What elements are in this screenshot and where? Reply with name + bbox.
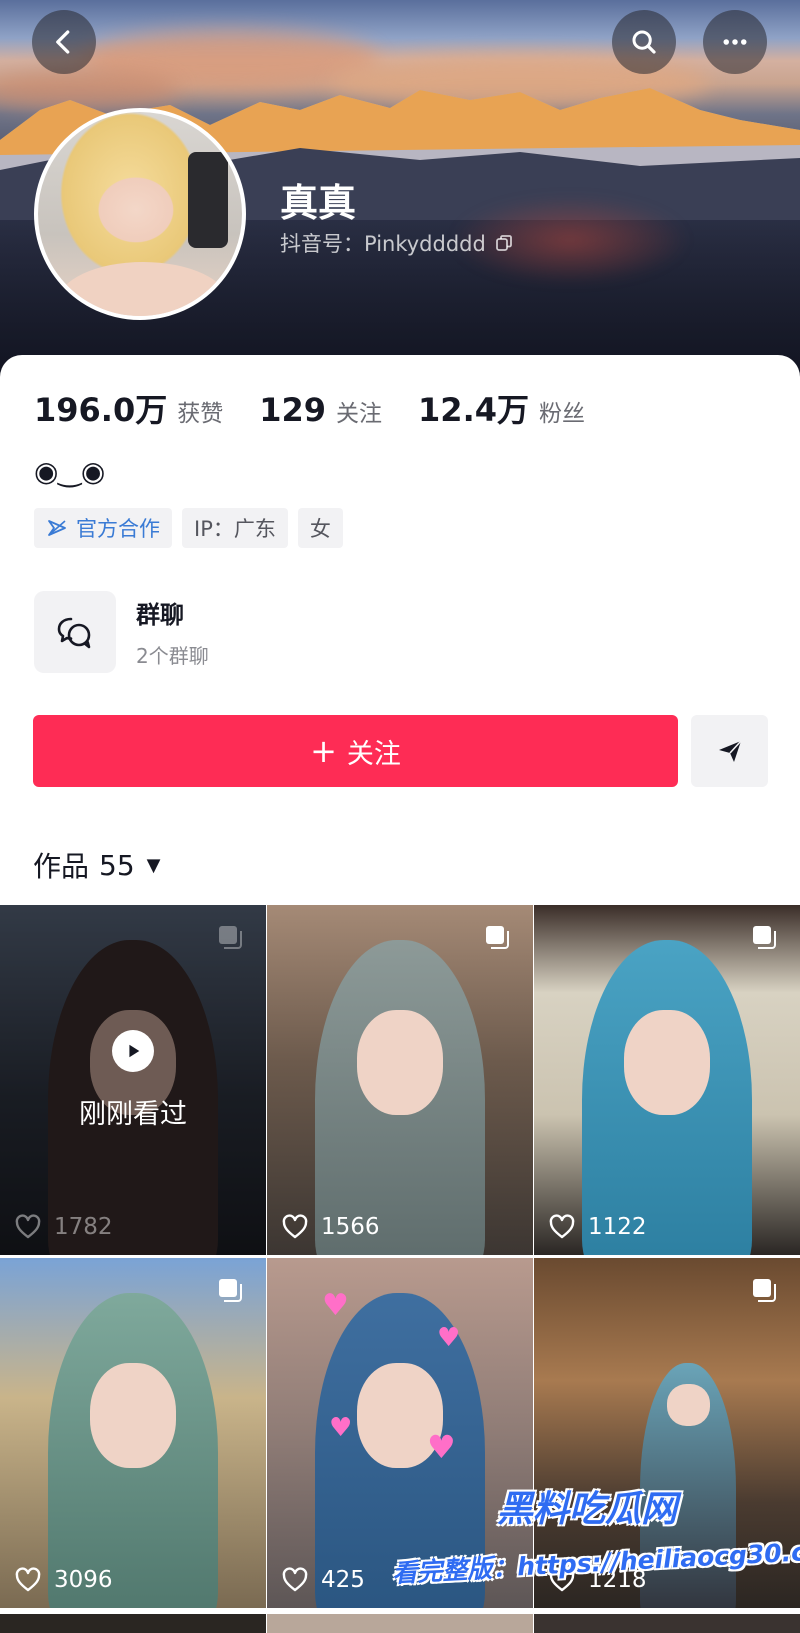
watermark-url: 看完整版：https://heiliaocg30.com (391, 1535, 800, 1588)
avatar[interactable] (34, 108, 246, 320)
group-chat-title: 群聊 (136, 601, 184, 629)
heart-icon (15, 1214, 41, 1239)
stat-label: 获赞 (177, 401, 224, 427)
tag-official-partner[interactable]: 官方合作 (34, 508, 172, 548)
group-chat-entry[interactable]: 群聊 2个群聊 (34, 591, 209, 673)
watermark-title: 黑料吃瓜网 (497, 1489, 678, 1530)
video-tile[interactable]: 1122 (534, 905, 800, 1255)
multi-image-icon (753, 926, 776, 949)
watermark-overlay: 黑料吃瓜网 看完整版：https://heiliaocg30.com (392, 1480, 800, 1625)
tag-gender: 女 (297, 508, 343, 548)
heart-icon (549, 1214, 575, 1239)
multi-image-icon (219, 926, 242, 949)
copy-icon[interactable] (494, 233, 514, 253)
follow-button[interactable]: + 关注 (33, 715, 678, 787)
douyin-id: 抖音号：Pinkyddddd (280, 232, 486, 256)
back-arrow-icon (56, 30, 70, 54)
search-button[interactable] (612, 10, 676, 74)
send-message-button[interactable] (691, 715, 768, 787)
heart-sticker: ♥ (437, 1323, 461, 1353)
stat-label: 粉丝 (539, 401, 585, 427)
works-label: 作品 (33, 850, 90, 883)
heart-sticker: ♥ (427, 1428, 456, 1466)
more-button[interactable] (703, 10, 767, 74)
group-chat-subtitle: 2个群聊 (136, 644, 209, 668)
nickname: 真真 (280, 181, 357, 225)
multi-image-icon (753, 1279, 776, 1302)
like-count: 1782 (14, 1213, 113, 1241)
follow-label: 关注 (346, 738, 401, 770)
tag-list: 官方合作 IP：广东 女 (34, 508, 343, 548)
tag-label: IP：广东 (194, 517, 276, 541)
tag-ip-location: IP：广东 (182, 508, 288, 548)
multi-image-icon (219, 1279, 242, 1302)
video-tile[interactable]: 1566 (267, 905, 533, 1255)
profile-card: 196.0万 获赞 129 关注 12.4万 粉丝 ◉‿◉ 官方合作 IP：广东… (0, 355, 800, 903)
bio-text: ◉‿◉ (34, 455, 106, 488)
heart-sticker: ♥ (329, 1413, 353, 1443)
works-tab[interactable]: 作品 55 ▼ (33, 845, 161, 885)
stat-followers[interactable]: 12.4万 粉丝 (418, 385, 585, 431)
douyin-id-row[interactable]: 抖音号：Pinkyddddd (280, 228, 514, 258)
like-count-value: 1782 (54, 1214, 113, 1240)
like-count: 3096 (14, 1566, 113, 1594)
stat-following[interactable]: 129 关注 (259, 391, 382, 429)
stat-likes: 196.0万 获赞 (34, 385, 223, 431)
stat-value: 129 (259, 391, 327, 429)
recently-viewed-label: 刚刚看过 (79, 1099, 187, 1130)
recently-viewed-overlay: 刚刚看过 (0, 1030, 266, 1131)
like-count: 1566 (281, 1213, 380, 1241)
profile-banner: 真真 抖音号：Pinkyddddd (0, 0, 800, 380)
video-tile[interactable]: 3096 (0, 1258, 266, 1608)
like-count: 425 (281, 1566, 365, 1594)
works-count: 55 (99, 848, 135, 882)
heart-icon (282, 1214, 308, 1239)
like-count-value: 3096 (54, 1567, 113, 1593)
like-count-value: 1566 (321, 1214, 380, 1240)
dropdown-caret-icon: ▼ (146, 854, 161, 876)
back-button[interactable] (32, 10, 96, 74)
group-chat-icon-box (34, 591, 116, 673)
heart-sticker: ♥ (322, 1288, 349, 1323)
send-icon (718, 740, 742, 762)
search-icon (632, 30, 656, 54)
multi-image-icon (486, 926, 509, 949)
tag-label: 女 (309, 517, 331, 541)
video-tile[interactable]: 刚刚看过 1782 (0, 905, 266, 1255)
stat-value: 12.4万 (418, 391, 529, 429)
heart-icon (282, 1567, 308, 1592)
chat-bubbles-icon (57, 617, 91, 649)
play-icon (112, 1030, 154, 1072)
like-count-value: 425 (321, 1567, 365, 1593)
more-dots-icon (723, 39, 747, 45)
like-count-value: 1122 (588, 1214, 647, 1240)
stat-value: 196.0万 (34, 391, 168, 429)
stat-label: 关注 (336, 401, 383, 427)
tag-label: 官方合作 (76, 517, 160, 541)
plus-icon: + (310, 732, 337, 770)
stats-row: 196.0万 获赞 129 关注 12.4万 粉丝 (34, 385, 621, 431)
like-count: 1122 (548, 1213, 647, 1241)
official-partner-icon (48, 520, 66, 536)
heart-icon (15, 1567, 41, 1592)
